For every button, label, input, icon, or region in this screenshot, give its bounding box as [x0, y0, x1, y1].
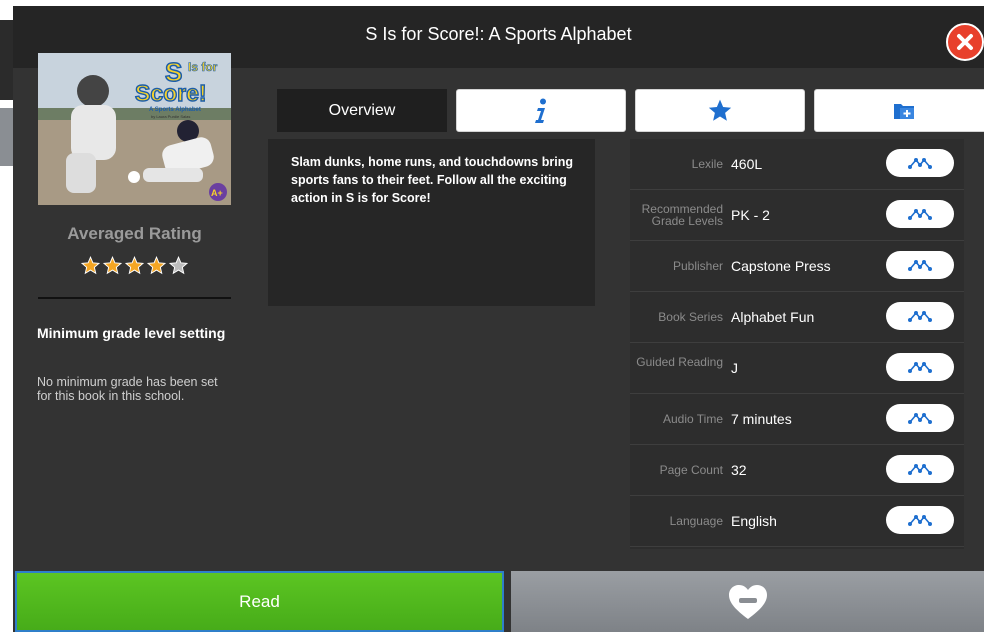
metadata-row: Book Series Alphabet Fun	[630, 292, 964, 343]
cover-title-score: Score!	[135, 80, 207, 106]
metadata-label: Publisher	[672, 259, 723, 273]
similar-books-button[interactable]	[886, 353, 954, 381]
similar-books-icon	[908, 158, 932, 169]
description-text: Slam dunks, home runs, and touchdowns br…	[291, 155, 573, 205]
metadata-value: Alphabet Fun	[731, 309, 815, 325]
rating-label: Averaged Rating	[67, 224, 202, 243]
read-button[interactable]: Read	[15, 571, 504, 632]
metadata-row: Page Count 32	[630, 445, 964, 496]
metadata-label: Page Count	[659, 463, 723, 477]
similar-books-button[interactable]	[886, 251, 954, 279]
star-filled-icon	[146, 255, 167, 276]
metadata-label: Book Series	[658, 310, 723, 324]
folder-add-icon	[894, 103, 914, 119]
metadata-row: Recommended Grade Levels PK - 2	[630, 190, 964, 241]
tab-favorite[interactable]	[635, 89, 805, 132]
metadata-value: 7 minutes	[731, 411, 792, 427]
metadata-value: PK - 2	[731, 207, 770, 223]
metadata-label: Audio Time	[662, 412, 723, 426]
description-panel: Slam dunks, home runs, and touchdowns br…	[268, 139, 595, 306]
metadata-value: English	[731, 513, 777, 529]
book-details-modal: S Is for Score!: A Sports Alphabet S Is …	[13, 6, 984, 632]
tab-add-to-folder[interactable]	[814, 89, 984, 132]
book-cover: S Is for Score! A Sports Alphabet by Lau…	[38, 53, 231, 205]
similar-books-button[interactable]	[886, 455, 954, 483]
similar-books-button[interactable]	[886, 506, 954, 534]
cover-author: by Laura Purdie Salas	[151, 114, 190, 119]
metadata-row: Guided Reading J	[630, 343, 964, 394]
close-button[interactable]	[946, 23, 984, 61]
remove-favorite-button[interactable]	[511, 571, 984, 632]
tab-info[interactable]	[456, 89, 626, 132]
tab-overview[interactable]: Overview	[277, 89, 447, 132]
metadata-label: Recommended Grade Levels	[641, 202, 723, 228]
star-empty-icon	[168, 255, 189, 276]
similar-books-icon	[908, 209, 932, 220]
metadata-label: Guided Reading	[636, 355, 723, 369]
metadata-value: 32	[731, 462, 747, 478]
min-grade-text: No minimum grade has been set for this b…	[37, 375, 218, 403]
similar-books-button[interactable]	[886, 149, 954, 177]
info-icon	[535, 98, 546, 123]
metadata-row: Language English	[630, 496, 964, 547]
heart-minus-icon	[728, 584, 767, 619]
metadata-row: Lexile 460L	[630, 139, 964, 190]
metadata-value: Capstone Press	[731, 258, 831, 274]
similar-books-button[interactable]	[886, 302, 954, 330]
metadata-value: 460L	[731, 156, 763, 172]
similar-books-icon	[908, 260, 932, 271]
star-filled-icon	[124, 255, 145, 276]
similar-books-icon	[908, 362, 932, 373]
close-icon	[957, 34, 973, 50]
metadata-label: Language	[669, 514, 723, 528]
metadata-panel: Lexile 460L Recommended Grade Levels PK - 2…	[630, 139, 964, 549]
metadata-value: J	[731, 360, 738, 376]
cover-title-is-for: Is for	[188, 60, 218, 74]
book-title: S Is for Score!: A Sports Alphabet	[365, 24, 632, 44]
cover-badge: A+	[211, 188, 223, 198]
metadata-label: Lexile	[691, 157, 723, 171]
star-icon	[708, 99, 732, 121]
rating-stars	[80, 255, 189, 276]
similar-books-icon	[908, 311, 932, 322]
min-grade-title: Minimum grade level setting	[37, 325, 226, 341]
background-panel	[0, 108, 14, 166]
similar-books-icon	[908, 464, 932, 475]
similar-books-button[interactable]	[886, 404, 954, 432]
similar-books-icon	[908, 515, 932, 526]
similar-books-button[interactable]	[886, 200, 954, 228]
divider	[38, 297, 231, 299]
star-filled-icon	[102, 255, 123, 276]
metadata-row: Audio Time 7 minutes	[630, 394, 964, 445]
cover-subtitle: A Sports Alphabet	[149, 107, 201, 113]
metadata-row: Publisher Capstone Press	[630, 241, 964, 292]
similar-books-icon	[908, 413, 932, 424]
star-filled-icon	[80, 255, 101, 276]
